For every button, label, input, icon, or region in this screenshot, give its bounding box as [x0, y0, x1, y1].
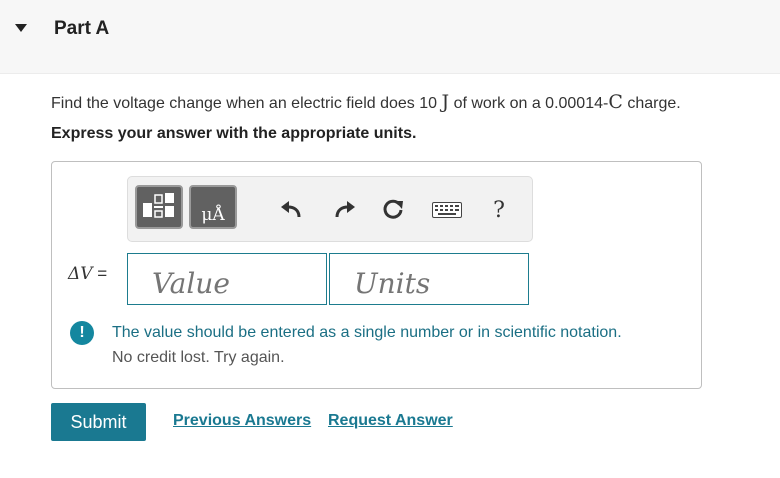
delta-v-symbol: ΔV	[68, 264, 93, 284]
request-answer-link[interactable]: Request Answer	[328, 412, 453, 430]
question-suffix: charge.	[627, 95, 681, 112]
part-title: Part A	[54, 18, 110, 39]
undo-icon[interactable]	[276, 195, 306, 225]
equals-sign: =	[92, 264, 108, 283]
keyboard-icon[interactable]	[430, 195, 464, 225]
previous-answers-link[interactable]: Previous Answers	[173, 412, 311, 430]
units-input[interactable]	[354, 262, 528, 304]
value-field[interactable]	[127, 253, 327, 305]
units-field[interactable]	[329, 253, 529, 305]
alert-icon: !	[70, 321, 94, 345]
work-unit: J	[441, 91, 450, 113]
reset-icon[interactable]	[378, 195, 408, 225]
templates-icon[interactable]	[135, 185, 183, 229]
charge-unit: C	[608, 91, 623, 113]
feedback-message: The value should be entered as a single …	[112, 324, 622, 341]
question-prefix: Find the voltage change when an electric…	[51, 95, 438, 112]
submit-button[interactable]: Submit	[51, 403, 146, 441]
collapse-toggle-icon[interactable]	[15, 24, 27, 32]
value-input[interactable]	[152, 262, 326, 304]
answer-box: μÅ ? ΔV = Value Units ! The value should…	[51, 161, 702, 389]
redo-icon[interactable]	[330, 195, 360, 225]
feedback-sub: No credit lost. Try again.	[112, 349, 285, 366]
help-icon[interactable]: ?	[484, 195, 514, 225]
help-label: ?	[493, 197, 505, 223]
instruction-text: Express your answer with the appropriate…	[51, 125, 417, 142]
units-icon[interactable]: μÅ	[189, 185, 237, 229]
question-middle: of work on a 0.00014-	[453, 95, 609, 112]
units-button-label: μÅ	[201, 205, 225, 225]
answer-label: ΔV =	[68, 264, 107, 284]
math-toolbar: μÅ ?	[127, 176, 533, 242]
question-text: Find the voltage change when an electric…	[51, 91, 681, 113]
part-header: Part A	[0, 0, 780, 74]
